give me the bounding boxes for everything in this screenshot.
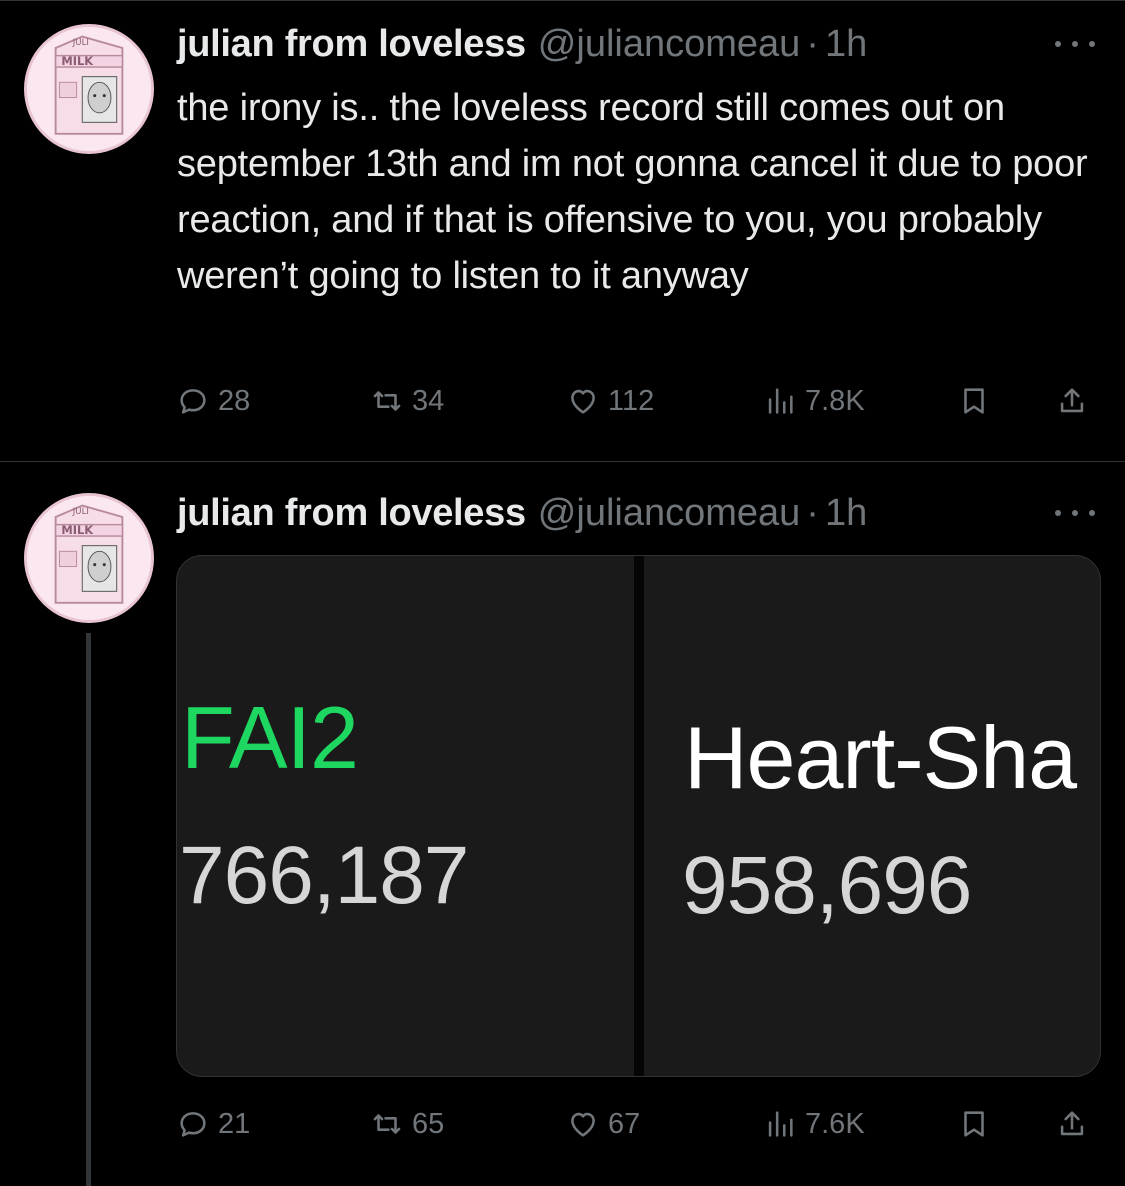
action-bar: 21 65 67 7.6K xyxy=(0,1099,1125,1149)
tweet-media-image[interactable]: FAI2 766,187 Heart-Sha 958,696 xyxy=(176,555,1101,1077)
media-panel-left: FAI2 766,187 xyxy=(177,556,634,1076)
reply-button[interactable]: 28 xyxy=(176,376,250,426)
like-button[interactable]: 67 xyxy=(566,1099,640,1149)
view-count: 7.6K xyxy=(805,1107,865,1140)
share-button[interactable] xyxy=(1055,1099,1089,1149)
album-title: Heart-Sha xyxy=(684,708,1077,807)
avatar[interactable]: JULI MILK xyxy=(24,493,154,623)
retweet-icon xyxy=(373,391,401,411)
avatar[interactable]: JULI MILK xyxy=(24,24,154,154)
reply-button[interactable]: 21 xyxy=(176,1099,250,1149)
tweet[interactable]: JULI MILK julian from loveless @julianco… xyxy=(0,463,1125,1186)
views-button[interactable]: 7.8K xyxy=(763,376,865,426)
more-icon[interactable] xyxy=(1055,34,1095,54)
views-icon xyxy=(768,1111,793,1137)
avatar-label-top: JULI xyxy=(72,507,89,517)
album-title: FAI2 xyxy=(181,688,359,787)
views-button[interactable]: 7.6K xyxy=(763,1099,865,1149)
author-name[interactable]: julian from loveless xyxy=(177,491,526,535)
timestamp[interactable]: 1h xyxy=(825,491,867,535)
avatar-label-main: MILK xyxy=(61,523,94,537)
bookmark-icon xyxy=(964,388,984,414)
more-icon[interactable] xyxy=(1055,503,1095,523)
reply-icon xyxy=(180,389,206,414)
share-button[interactable] xyxy=(1055,376,1089,426)
tweet-text: the irony is.. the loveless record still… xyxy=(177,87,1088,297)
reply-icon xyxy=(180,1112,206,1137)
avatar-label-top: JULI xyxy=(72,38,89,48)
retweet-button[interactable]: 65 xyxy=(370,1099,444,1149)
milk-carton-avatar-icon: JULI MILK xyxy=(27,496,151,620)
bookmark-button[interactable] xyxy=(957,376,991,426)
action-bar: 28 34 112 7.8K xyxy=(0,376,1125,426)
retweet-count: 34 xyxy=(412,384,445,417)
reply-count: 28 xyxy=(218,384,251,417)
media-panel-right: Heart-Sha 958,696 xyxy=(644,556,1100,1076)
media-divider xyxy=(634,556,644,1076)
bookmark-icon xyxy=(964,1111,984,1137)
like-count: 67 xyxy=(608,1107,641,1140)
stream-count: 958,696 xyxy=(682,840,972,931)
retweet-icon xyxy=(373,1114,401,1134)
milk-carton-avatar-icon: JULI MILK xyxy=(27,27,151,151)
reply-count: 21 xyxy=(218,1107,251,1140)
like-count: 112 xyxy=(608,384,655,417)
separator-dot: · xyxy=(806,23,819,65)
timestamp[interactable]: 1h xyxy=(825,22,867,66)
author-handle[interactable]: @juliancomeau xyxy=(538,22,801,66)
separator-dot: · xyxy=(806,492,819,534)
share-icon xyxy=(1060,388,1084,413)
tweet-header: julian from loveless @juliancomeau · 1h xyxy=(177,491,867,535)
views-icon xyxy=(768,388,793,414)
avatar-label-main: MILK xyxy=(61,54,94,68)
author-name[interactable]: julian from loveless xyxy=(177,22,526,66)
retweet-button[interactable]: 34 xyxy=(370,376,444,426)
heart-icon xyxy=(571,389,595,414)
heart-icon xyxy=(571,1112,595,1137)
share-icon xyxy=(1060,1111,1084,1136)
tweet[interactable]: JULI MILK julian from loveless @julianco… xyxy=(0,0,1125,462)
bookmark-button[interactable] xyxy=(957,1099,991,1149)
tweet-header: julian from loveless @juliancomeau · 1h xyxy=(177,22,867,66)
like-button[interactable]: 112 xyxy=(566,376,654,426)
stream-count: 766,187 xyxy=(179,830,469,921)
retweet-count: 65 xyxy=(412,1107,445,1140)
author-handle[interactable]: @juliancomeau xyxy=(538,491,801,535)
view-count: 7.8K xyxy=(805,384,865,417)
